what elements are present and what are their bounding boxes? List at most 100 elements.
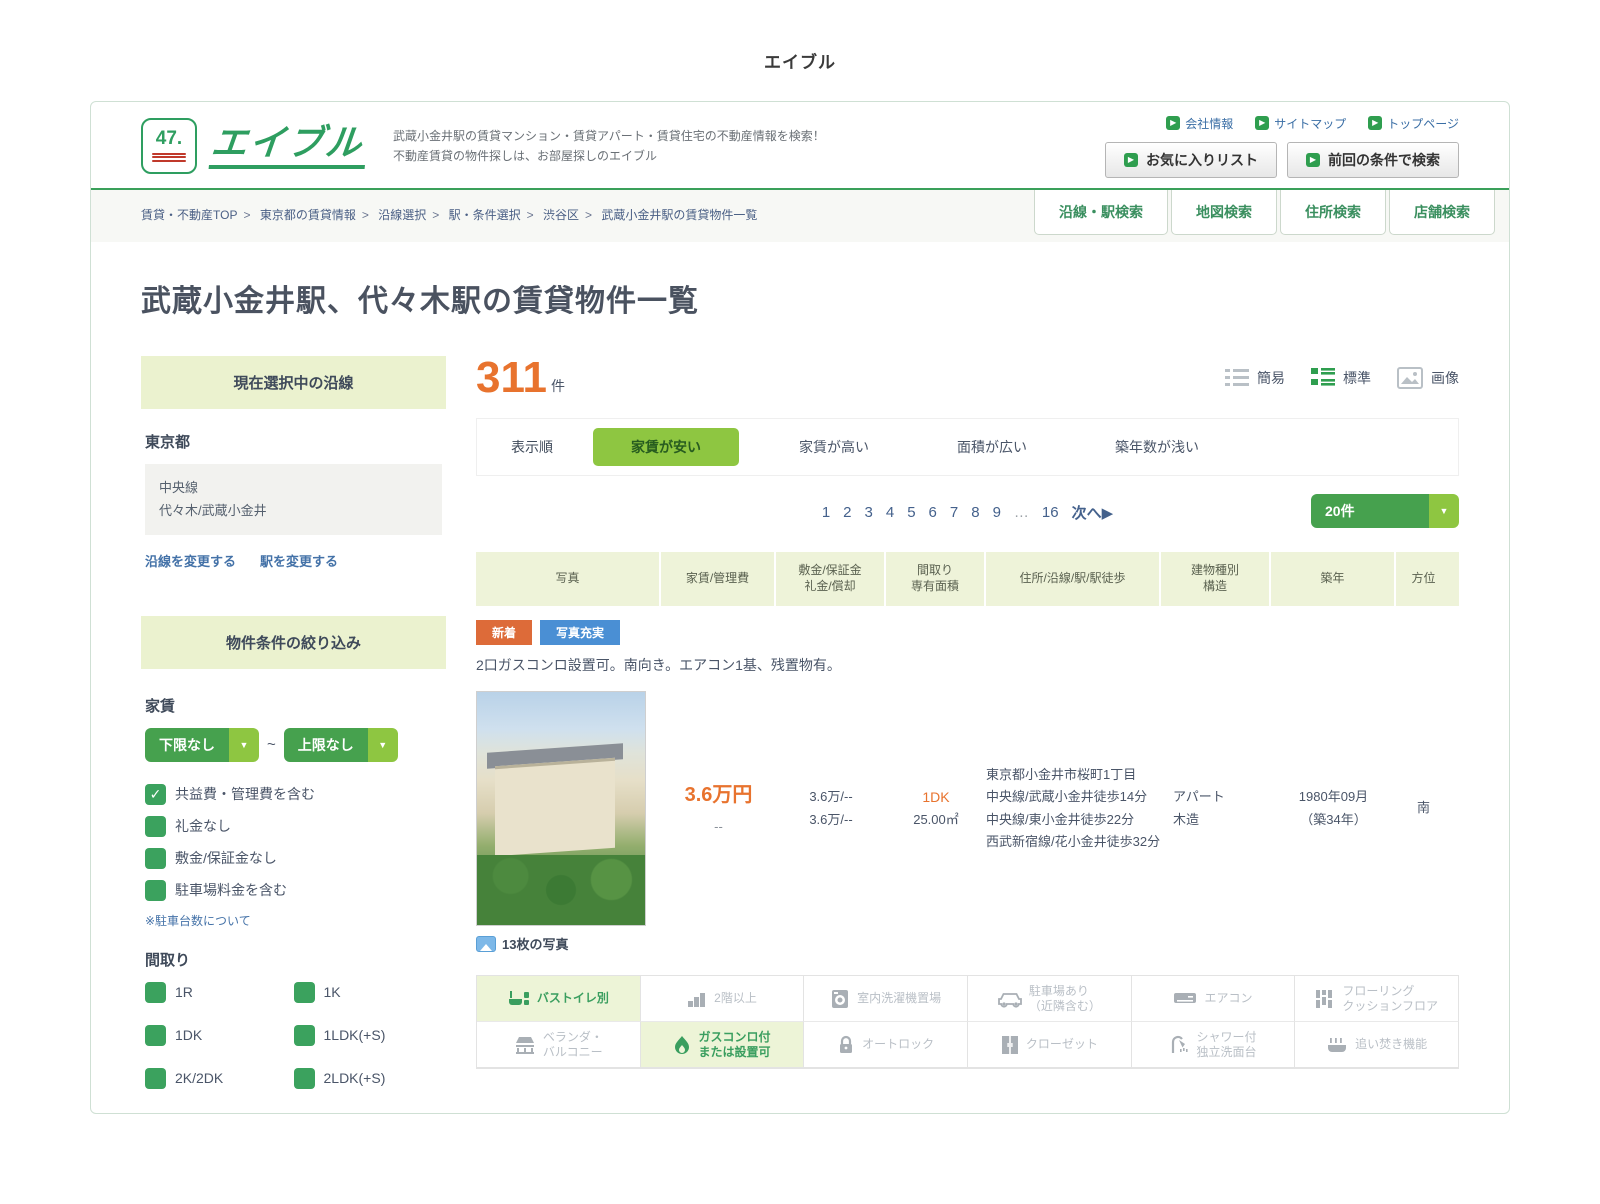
result-count: 311 <box>476 356 547 400</box>
pagination: 1 2 3 4 5 6 7 8 9 … 16 次へ▶ <box>822 494 1113 523</box>
feature-indoor-washer: 室内洗濯機置場 <box>804 976 968 1022</box>
arrow-icon: ▶ <box>1166 116 1180 130</box>
chevron-down-icon: ▼ <box>1429 494 1459 528</box>
view-mode-standard[interactable]: 標準 <box>1311 367 1371 389</box>
sort-label: 表示順 <box>511 437 553 457</box>
per-page-dropdown[interactable]: 20件 ▼ <box>1311 494 1459 528</box>
parking-note-link[interactable]: ※駐車台数について <box>145 912 442 929</box>
feature-grid: バストイレ別 2階以上 室内洗濯機置場 駐車場あり（近隣含む） <box>476 975 1459 1069</box>
page-8[interactable]: 8 <box>971 504 979 521</box>
sort-rent-asc[interactable]: 家賃が安い <box>593 428 739 466</box>
lock-icon <box>837 1035 855 1055</box>
chevron-down-icon: ▼ <box>368 728 398 762</box>
anniversary-number: 47. <box>156 129 182 148</box>
col-address: 住所/沿線/駅/駅徒歩 <box>986 552 1161 606</box>
feature-autolock: オートロック <box>804 1022 968 1068</box>
favorites-button[interactable]: ▶お気に入りリスト <box>1105 142 1277 178</box>
tab-shop-search[interactable]: 店舗検索 <box>1389 190 1495 235</box>
checkbox-no-deposit[interactable]: 敷金/保証金なし <box>145 848 442 869</box>
checkbox-1r[interactable]: 1R <box>145 982 294 1003</box>
year-cell: 1980年09月 （築34年） <box>1271 786 1396 830</box>
breadcrumb-item[interactable]: 沿線選択 <box>378 208 426 222</box>
selected-line-box: 中央線 代々木/武蔵小金井 <box>145 464 442 535</box>
checkbox-include-parking[interactable]: 駐車場料金を含む <box>145 880 442 901</box>
feature-second-floor-plus: 2階以上 <box>641 976 805 1022</box>
page-2[interactable]: 2 <box>843 504 851 521</box>
checkbox-icon: ✓ <box>145 784 166 805</box>
checkbox-icon <box>145 982 166 1003</box>
feature-reheating-bath: 追い焚き機能 <box>1295 1022 1459 1068</box>
current-line-header: 現在選択中の沿線 <box>141 356 446 409</box>
page-1[interactable]: 1 <box>822 504 830 521</box>
page-heading: 武蔵小金井駅、代々木駅の賃貸物件一覧 <box>91 242 1509 348</box>
list-simple-icon <box>1225 367 1249 389</box>
breadcrumb-item[interactable]: 東京都の賃貸情報 <box>260 208 356 222</box>
checkbox-icon <box>294 982 315 1003</box>
page-6[interactable]: 6 <box>929 504 937 521</box>
feature-flooring: フローリングクッションフロア <box>1295 976 1459 1022</box>
checkbox-2ldk[interactable]: 2LDK(+S) <box>294 1068 443 1089</box>
sitemap-link[interactable]: ▶サイトマップ <box>1255 115 1346 132</box>
change-line-link[interactable]: 沿線を変更する <box>145 551 236 570</box>
tab-address-search[interactable]: 住所検索 <box>1280 190 1386 235</box>
breadcrumb-item[interactable]: 駅・条件選択 <box>449 208 521 222</box>
listing-row: 新着 写真充実 2口ガスコンロ設置可。南向き。エアコン1基、残置物有。 3.6万… <box>476 620 1459 1069</box>
anniversary-badge: 47. <box>141 118 197 174</box>
tab-map-search[interactable]: 地図検索 <box>1171 190 1277 235</box>
change-station-link[interactable]: 駅を変更する <box>260 551 338 570</box>
direction-cell: 南 <box>1396 797 1451 819</box>
floor-area: 25.00㎡ <box>886 809 986 831</box>
view-mode-image[interactable]: 画像 <box>1397 367 1459 389</box>
site-logo[interactable]: エイブル <box>209 123 370 169</box>
feature-parking: 駐車場あり（近隣含む） <box>968 976 1132 1022</box>
arrow-icon: ▶ <box>1368 116 1382 130</box>
result-count-unit: 件 <box>551 376 565 400</box>
flooring-icon <box>1315 989 1335 1009</box>
checkbox-icon <box>145 880 166 901</box>
view-mode-simple[interactable]: 簡易 <box>1225 367 1285 389</box>
last-search-button[interactable]: ▶前回の条件で検索 <box>1287 142 1459 178</box>
feature-shower-vanity: シャワー付独立洗面台 <box>1132 1022 1296 1068</box>
tab-line-station-search[interactable]: 沿線・駅検索 <box>1034 190 1168 235</box>
feature-bath-toilet-separate: バストイレ別 <box>477 976 641 1022</box>
checkbox-1ldk[interactable]: 1LDK(+S) <box>294 1025 443 1046</box>
building-type: アパート <box>1173 786 1271 808</box>
page-3[interactable]: 3 <box>865 504 873 521</box>
page-4[interactable]: 4 <box>886 504 894 521</box>
rent-min-dropdown[interactable]: 下限なし ▼ <box>145 728 259 762</box>
sort-rent-desc[interactable]: 家賃が高い <box>799 437 869 457</box>
washing-machine-icon <box>830 989 850 1009</box>
car-icon <box>998 989 1022 1009</box>
page-5[interactable]: 5 <box>907 504 915 521</box>
sort-bar: 表示順 家賃が安い 家賃が高い 面積が広い 築年数が浅い <box>476 418 1459 476</box>
rent-max-dropdown[interactable]: 上限なし ▼ <box>284 728 398 762</box>
breadcrumb-item[interactable]: 賃貸・不動産TOP <box>141 208 237 222</box>
site-header: 47. エイブル 武蔵小金井駅の賃貸マンション・賃貸アパート・賃貸住宅の不動産情… <box>91 102 1509 190</box>
built-age: （築34年） <box>1271 809 1396 831</box>
page-16[interactable]: 16 <box>1042 504 1059 521</box>
checkbox-include-fees[interactable]: ✓ 共益費・管理費を含む <box>145 784 442 805</box>
page-9[interactable]: 9 <box>993 504 1001 521</box>
sidebar: 現在選択中の沿線 東京都 中央線 代々木/武蔵小金井 沿線を変更する 駅を変更す… <box>141 356 446 1110</box>
col-direction: 方位 <box>1396 552 1451 606</box>
tagline-1: 武蔵小金井駅の賃貸マンション・賃貸アパート・賃貸住宅の不動産情報を検索！ <box>393 126 825 146</box>
checkbox-icon <box>294 1025 315 1046</box>
property-photo[interactable] <box>476 691 646 926</box>
checkbox-1k[interactable]: 1K <box>294 982 443 1003</box>
company-info-link[interactable]: ▶会社情報 <box>1166 115 1233 132</box>
stairs-icon <box>687 989 707 1009</box>
checkbox-2k2dk[interactable]: 2K/2DK <box>145 1068 294 1089</box>
sort-age-asc[interactable]: 築年数が浅い <box>1115 437 1199 457</box>
checkbox-1dk[interactable]: 1DK <box>145 1025 294 1046</box>
top-page-link[interactable]: ▶トップページ <box>1368 115 1459 132</box>
photo-count-link[interactable]: 13枚の写真 <box>476 934 1459 953</box>
next-page-button[interactable]: 次へ▶ <box>1072 502 1114 523</box>
col-deposit: 敷金/保証金礼金/償却 <box>776 552 886 606</box>
feature-aircon: エアコン <box>1132 976 1296 1022</box>
sort-area-desc[interactable]: 面積が広い <box>957 437 1027 457</box>
shower-icon <box>1169 1035 1189 1055</box>
page-7[interactable]: 7 <box>950 504 958 521</box>
checkbox-icon <box>294 1068 315 1089</box>
breadcrumb-item[interactable]: 渋谷区 <box>543 208 579 222</box>
checkbox-no-key-money[interactable]: 礼金なし <box>145 816 442 837</box>
